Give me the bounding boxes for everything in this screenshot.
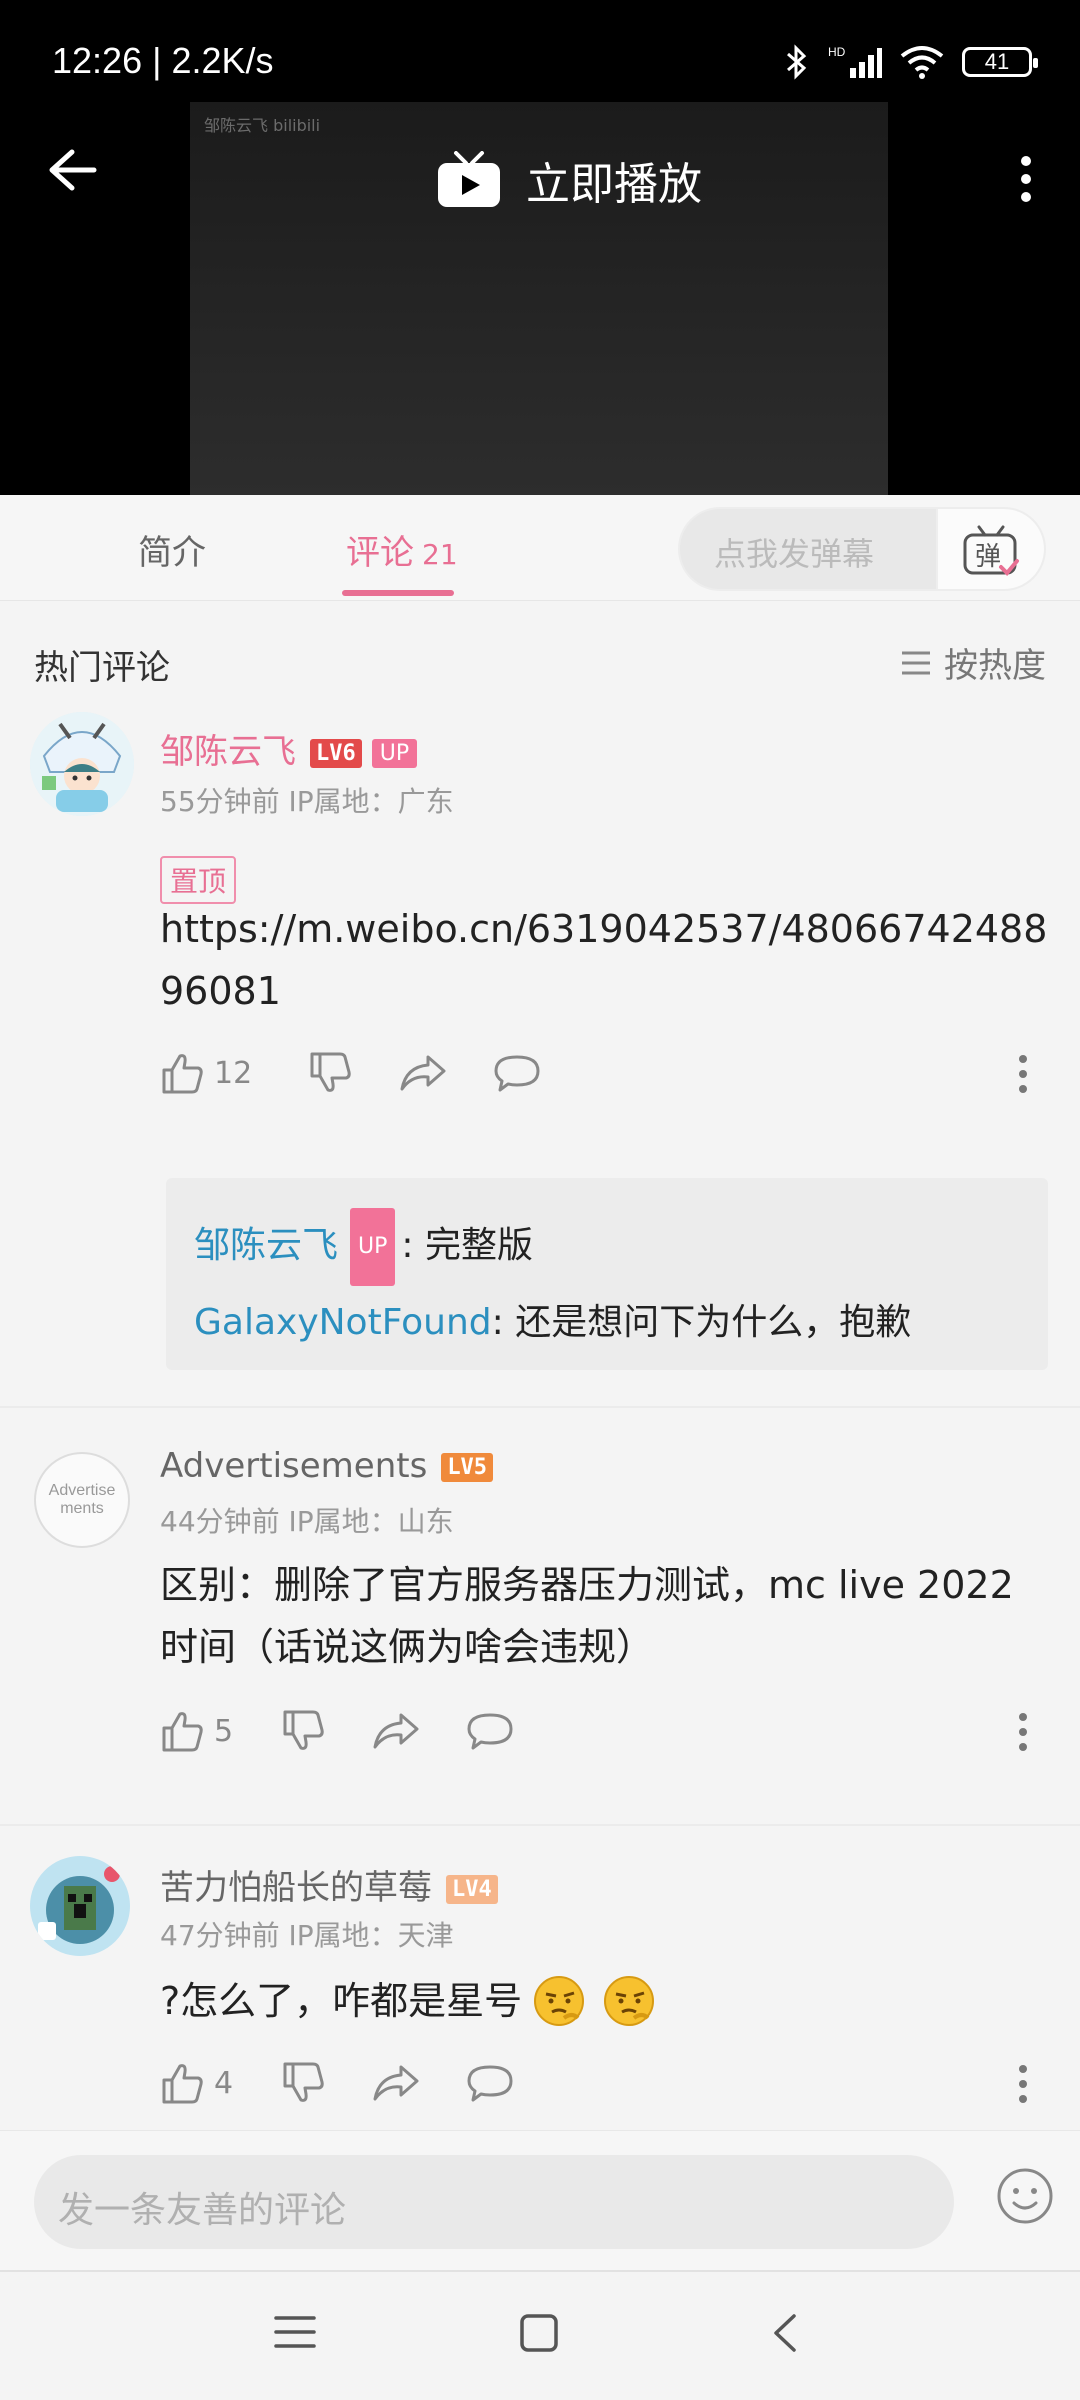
tab-comments-label: 评论 bbox=[346, 533, 414, 573]
up-badge: UP bbox=[371, 739, 418, 768]
video-player[interactable]: 邹陈云飞 bilibili 12:26 | 2.2K/s HD 41 立即播放 bbox=[0, 0, 1080, 495]
level-badge: LV4 bbox=[446, 1875, 498, 1904]
like-icon[interactable] bbox=[160, 2062, 204, 2104]
sort-by-hotness-button[interactable]: 按热度 bbox=[900, 638, 1046, 687]
play-now-label: 立即播放 bbox=[526, 159, 702, 210]
comment-more-icon[interactable] bbox=[1018, 2064, 1028, 2104]
signal-icon: HD bbox=[828, 45, 882, 78]
back-nav-icon[interactable] bbox=[770, 2312, 800, 2354]
dislike-icon[interactable] bbox=[308, 1052, 352, 1094]
sort-label: 按热度 bbox=[944, 646, 1046, 686]
reply-preview[interactable]: 邹陈云飞 UP: 完整版 GalaxyNotFound: 还是想问下为什么，抱歉 bbox=[166, 1178, 1048, 1370]
share-icon[interactable] bbox=[400, 1053, 446, 1093]
danmaku-toggle-button[interactable]: 弹 bbox=[936, 509, 1044, 589]
bluetooth-icon bbox=[787, 44, 807, 80]
comment-text: ?怎么了，咋都是星号 bbox=[160, 1979, 523, 2023]
username-text: Advertisements bbox=[160, 1446, 428, 1486]
reply-username[interactable]: GalaxyNotFound bbox=[194, 1302, 492, 1343]
level-badge: LV5 bbox=[441, 1453, 494, 1482]
share-icon[interactable] bbox=[373, 2063, 419, 2103]
danmaku-bar: 点我发弹幕 弹 bbox=[678, 507, 1046, 591]
home-icon[interactable] bbox=[518, 2312, 560, 2354]
reply-icon[interactable] bbox=[467, 2063, 513, 2103]
danmaku-input[interactable]: 点我发弹幕 bbox=[714, 529, 874, 575]
tab-intro[interactable]: 简介 bbox=[138, 525, 206, 574]
battery-indicator: 41 bbox=[962, 47, 1038, 77]
comment-actions: 5 bbox=[160, 1710, 513, 1752]
avatar[interactable] bbox=[30, 712, 134, 816]
danmaku-icon: 弹 bbox=[963, 525, 1019, 576]
comment-body[interactable]: ?怎么了，咋都是星号 bbox=[160, 1970, 1050, 2032]
username-text: 苦力怕船长的草莓 bbox=[160, 1868, 432, 1908]
comment-username[interactable]: 邹陈云飞 LV6 UP bbox=[160, 724, 418, 773]
recent-apps-icon[interactable] bbox=[274, 2312, 316, 2352]
share-icon[interactable] bbox=[373, 1711, 419, 1751]
avatar-image bbox=[30, 1856, 130, 1956]
reply-username[interactable]: 邹陈云飞 bbox=[194, 1225, 338, 1266]
reply-icon[interactable] bbox=[494, 1053, 540, 1093]
reply-item: 邹陈云飞 UP: 完整版 bbox=[194, 1208, 1020, 1286]
compose-bar: 发一条友善的评论 bbox=[0, 2130, 1080, 2270]
reply-text: : 还是想问下为什么，抱歉 bbox=[491, 1302, 912, 1343]
tab-indicator bbox=[342, 590, 454, 596]
emoji-picker-icon[interactable] bbox=[996, 2167, 1054, 2225]
comment-meta: 47分钟前 IP属地：天津 bbox=[160, 1919, 454, 1952]
up-badge: UP bbox=[350, 1208, 396, 1286]
tab-bar: 简介 评论 21 点我发弹幕 弹 bbox=[0, 495, 1080, 601]
thinking-emoji-icon bbox=[534, 1976, 585, 2026]
avatar-text: Advertisements bbox=[48, 1482, 116, 1517]
reply-text: : 完整版 bbox=[401, 1225, 533, 1266]
comment-username[interactable]: 苦力怕船长的草莓 LV4 bbox=[160, 1860, 498, 1909]
reply-icon[interactable] bbox=[467, 1711, 513, 1751]
reply-item: GalaxyNotFound: 还是想问下为什么，抱歉 bbox=[194, 1286, 1020, 1360]
like-count: 4 bbox=[214, 2065, 234, 2101]
dislike-icon[interactable] bbox=[281, 1710, 325, 1752]
svg-text:HD: HD bbox=[828, 45, 846, 59]
thinking-emoji-icon bbox=[604, 1976, 655, 2026]
hot-comments-title: 热门评论 bbox=[34, 648, 170, 688]
dislike-icon[interactable] bbox=[281, 2062, 325, 2104]
comment-text[interactable]: https://m.weibo.cn/6319042537/4806674248… bbox=[160, 898, 1050, 1022]
comment-actions: 12 bbox=[160, 1052, 540, 1094]
play-now-button[interactable]: 立即播放 bbox=[436, 148, 702, 212]
svg-text:弹: 弹 bbox=[975, 542, 1001, 572]
comment-actions: 4 bbox=[160, 2062, 513, 2104]
avatar-image bbox=[30, 712, 134, 816]
tab-comments[interactable]: 评论 21 bbox=[346, 525, 458, 574]
like-icon[interactable] bbox=[160, 1710, 204, 1752]
comment-meta: 44分钟前 IP属地：山东 bbox=[160, 1505, 454, 1538]
level-badge: LV6 bbox=[310, 739, 362, 768]
back-arrow-icon[interactable] bbox=[48, 148, 98, 192]
tab-comments-count: 21 bbox=[422, 538, 458, 571]
like-icon[interactable] bbox=[160, 1052, 204, 1094]
comment-more-icon[interactable] bbox=[1018, 1054, 1028, 1094]
username-text: 邹陈云飞 bbox=[160, 732, 296, 772]
divider bbox=[0, 1406, 1080, 1408]
video-watermark: 邹陈云飞 bilibili bbox=[204, 116, 321, 135]
like-count: 12 bbox=[214, 1055, 253, 1091]
comment-text[interactable]: 区别：删除了官方服务器压力测试，mc live 2022时间（话说这俩为啥会违规… bbox=[160, 1554, 1050, 1678]
wifi-icon bbox=[900, 46, 944, 79]
status-icons: HD 41 bbox=[784, 44, 1038, 80]
avatar[interactable]: Advertisements bbox=[34, 1452, 130, 1548]
status-time-speed: 12:26 | 2.2K/s bbox=[52, 40, 274, 81]
comment-meta: 55分钟前 IP属地：广东 bbox=[160, 785, 454, 818]
like-count: 5 bbox=[214, 1713, 234, 1749]
comment-input[interactable]: 发一条友善的评论 bbox=[34, 2155, 954, 2249]
pinned-badge: 置顶 bbox=[160, 856, 237, 904]
avatar[interactable] bbox=[30, 1856, 130, 1956]
more-options-icon[interactable] bbox=[1020, 155, 1032, 203]
system-nav-bar bbox=[0, 2270, 1080, 2400]
comment-username[interactable]: Advertisements LV5 bbox=[160, 1446, 494, 1486]
sort-list-icon bbox=[902, 651, 930, 674]
tv-play-icon bbox=[438, 151, 500, 207]
comment-more-icon[interactable] bbox=[1018, 1712, 1028, 1752]
divider bbox=[0, 1824, 1080, 1826]
